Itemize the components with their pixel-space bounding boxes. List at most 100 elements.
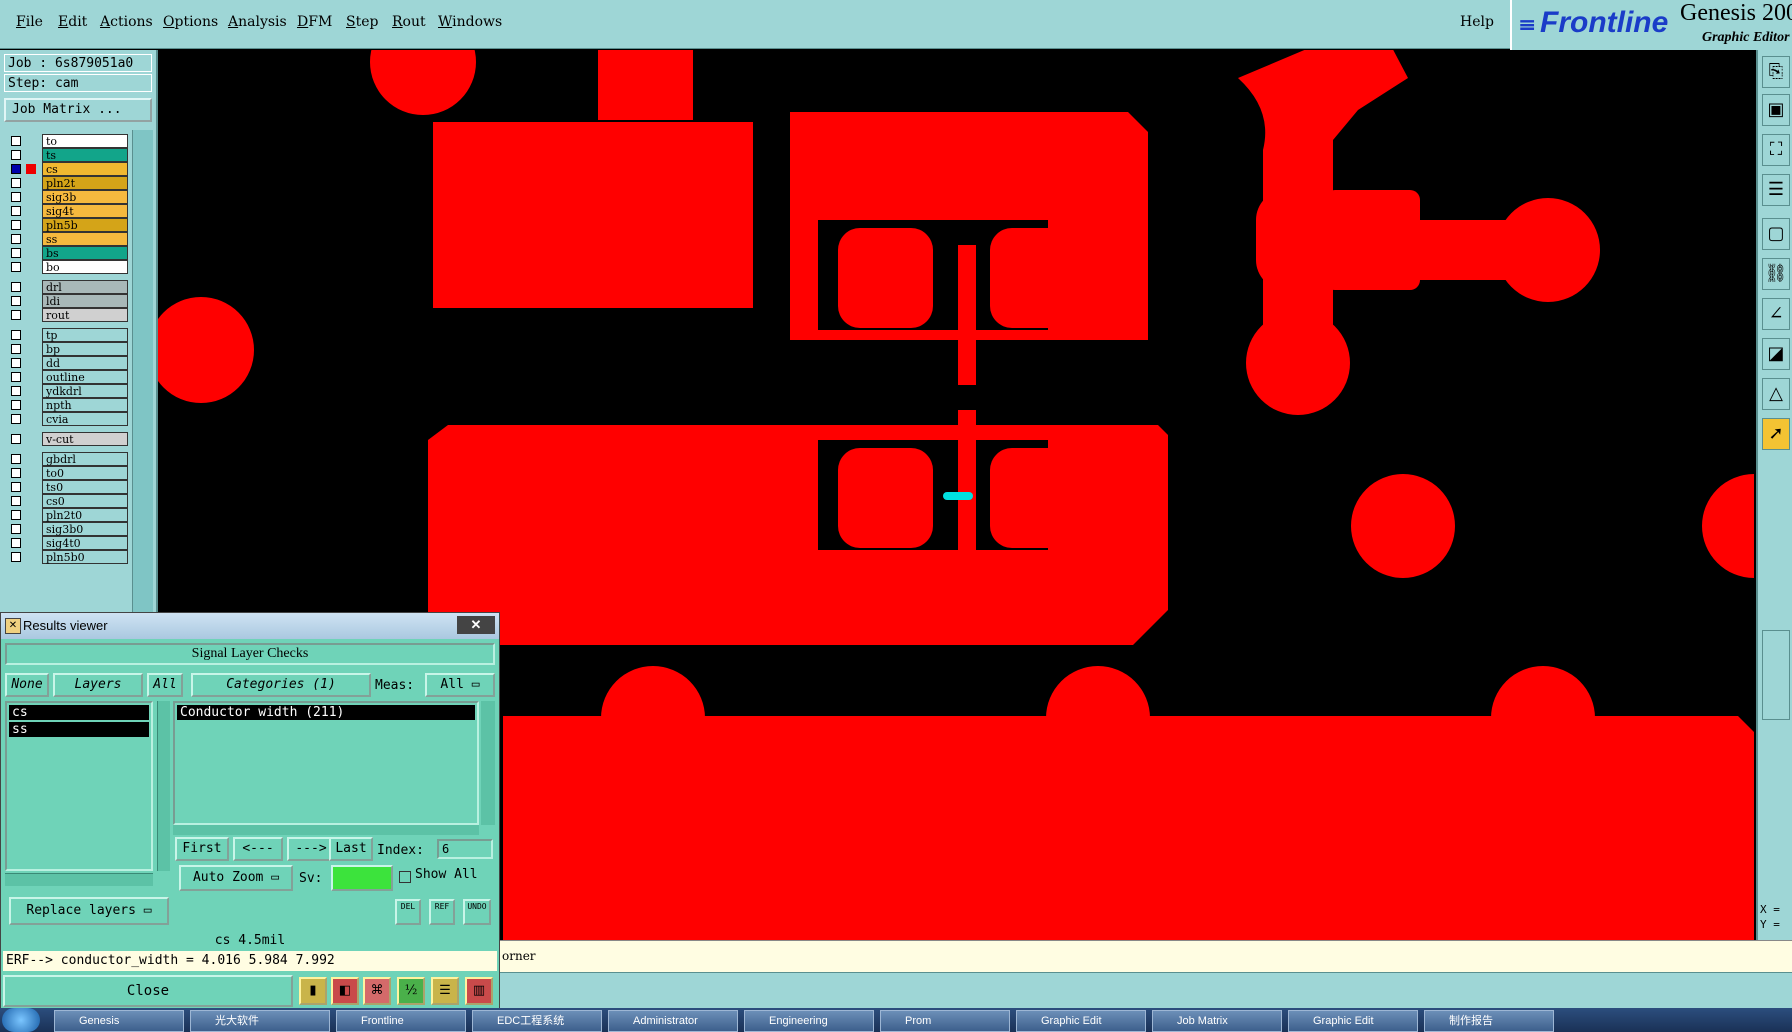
layer-name[interactable]: outline bbox=[42, 370, 128, 384]
snap-icon[interactable]: ▢ bbox=[1762, 218, 1790, 250]
taskbar-item[interactable]: Graphic Edit bbox=[1288, 1010, 1418, 1032]
last-button[interactable]: Last bbox=[329, 837, 373, 861]
layer-name[interactable]: cvia bbox=[42, 412, 128, 426]
layer-name[interactable]: ydkdrl bbox=[42, 384, 128, 398]
list-item[interactable]: ss bbox=[9, 722, 149, 737]
layer-name[interactable]: bo bbox=[42, 260, 128, 274]
fit-view-icon[interactable]: ⛶ bbox=[1762, 134, 1790, 166]
layer-row-dd[interactable]: dd bbox=[4, 356, 128, 370]
job-matrix-button[interactable]: Job Matrix ... bbox=[4, 98, 152, 122]
layer-row-gbdrl[interactable]: gbdrl bbox=[4, 452, 128, 466]
menu-windows[interactable]: Windows bbox=[438, 14, 502, 30]
layer-row-drl[interactable]: drl bbox=[4, 280, 128, 294]
layer-row-tp[interactable]: tp bbox=[4, 328, 128, 342]
layer-checkbox[interactable] bbox=[11, 358, 21, 368]
measure-icon[interactable]: △ bbox=[1762, 378, 1790, 410]
layer-name[interactable]: ts0 bbox=[42, 480, 128, 494]
layer-row-sig3b0[interactable]: sig3b0 bbox=[4, 522, 128, 536]
layer-checkbox[interactable] bbox=[11, 136, 21, 146]
menu-help[interactable]: Help bbox=[1460, 14, 1494, 30]
layer-name[interactable]: to bbox=[42, 134, 128, 148]
layer-row-v-cut[interactable]: v-cut bbox=[4, 432, 128, 446]
taskbar-item[interactable]: Frontline bbox=[336, 1010, 466, 1032]
layer-name[interactable]: sig3b0 bbox=[42, 522, 128, 536]
menu-edit[interactable]: Edit bbox=[58, 14, 87, 30]
undo-button[interactable]: UNDO bbox=[463, 899, 491, 925]
menu-rout[interactable]: Rout bbox=[392, 14, 426, 30]
layer-checkbox[interactable] bbox=[11, 234, 21, 244]
layer-name[interactable]: pln2t bbox=[42, 176, 128, 190]
menu-options[interactable]: Options bbox=[163, 14, 218, 30]
layer-row-ldi[interactable]: ldi bbox=[4, 294, 128, 308]
layer-name[interactable]: ss bbox=[42, 232, 128, 246]
node-icon[interactable]: ⛓ bbox=[1762, 258, 1790, 290]
menu-step[interactable]: Step bbox=[346, 14, 378, 30]
layer-checkbox[interactable] bbox=[11, 482, 21, 492]
categories-hscrollbar[interactable] bbox=[173, 825, 479, 835]
layer-row-outline[interactable]: outline bbox=[4, 370, 128, 384]
window-icon[interactable]: ▣ bbox=[1762, 94, 1790, 126]
layer-row-ts[interactable]: ts bbox=[4, 148, 128, 162]
layer-row-bp[interactable]: bp bbox=[4, 342, 128, 356]
taskbar-item[interactable]: Graphic Edit bbox=[1016, 1010, 1146, 1032]
layer-row-bs[interactable]: bs bbox=[4, 246, 128, 260]
layer-name[interactable]: ldi bbox=[42, 294, 128, 308]
taskbar-item[interactable]: 制作报告 bbox=[1424, 1010, 1554, 1032]
layer-checkbox[interactable] bbox=[11, 454, 21, 464]
layer-checkbox[interactable] bbox=[11, 282, 21, 292]
layer-row-pln5b[interactable]: pln5b bbox=[4, 218, 128, 232]
layer-name[interactable]: bp bbox=[42, 342, 128, 356]
layer-row-ts0[interactable]: ts0 bbox=[4, 480, 128, 494]
layer-name[interactable]: tp bbox=[42, 328, 128, 342]
layer-row-pln5b0[interactable]: pln5b0 bbox=[4, 550, 128, 564]
zoom-area-icon[interactable]: ☰ bbox=[1762, 174, 1790, 206]
next-button[interactable]: ---> bbox=[287, 837, 335, 861]
layer-checkbox[interactable] bbox=[11, 262, 21, 272]
angle-icon[interactable]: ∠ bbox=[1762, 298, 1790, 330]
start-button-icon[interactable] bbox=[2, 1008, 40, 1032]
layer-name[interactable]: pln2t0 bbox=[42, 508, 128, 522]
layer-row-rout[interactable]: rout bbox=[4, 308, 128, 322]
layer-row-sig4t[interactable]: sig4t bbox=[4, 204, 128, 218]
layer-checkbox[interactable] bbox=[11, 372, 21, 382]
layer-checkbox[interactable] bbox=[11, 400, 21, 410]
layer-row-pln2t0[interactable]: pln2t0 bbox=[4, 508, 128, 522]
layer-name[interactable]: sig3b bbox=[42, 190, 128, 204]
exit-icon[interactable]: ◧ bbox=[331, 977, 359, 1005]
taskbar-item[interactable]: Administrator bbox=[608, 1010, 738, 1032]
layers-scrollbar[interactable] bbox=[157, 701, 170, 871]
layers-hscrollbar[interactable] bbox=[5, 873, 153, 886]
layer-checkbox[interactable] bbox=[11, 434, 21, 444]
menu-file[interactable]: File bbox=[16, 14, 43, 30]
replace-layers-select[interactable]: Replace layers ▭ bbox=[9, 897, 169, 925]
auto-zoom-select[interactable]: Auto Zoom ▭ bbox=[179, 865, 293, 891]
categories-listbox[interactable]: Conductor width (211) bbox=[173, 701, 479, 825]
layer-checkbox[interactable] bbox=[11, 386, 21, 396]
cursor-tool-icon[interactable]: ▮ bbox=[299, 977, 327, 1005]
layer-row-sig3b[interactable]: sig3b bbox=[4, 190, 128, 204]
layers-button[interactable]: Layers bbox=[53, 673, 143, 697]
previous-button[interactable]: <--- bbox=[233, 837, 283, 861]
layer-name[interactable]: npth bbox=[42, 398, 128, 412]
layer-row-ss[interactable]: ss bbox=[4, 232, 128, 246]
show-all-checkbox[interactable] bbox=[399, 871, 411, 883]
close-icon[interactable]: ✕ bbox=[457, 616, 495, 634]
menu-dfm[interactable]: DFM bbox=[297, 14, 332, 30]
results-viewer-titlebar[interactable]: ✕ Results viewer ✕ bbox=[1, 613, 499, 639]
refresh-button[interactable]: REF bbox=[429, 899, 455, 925]
network-icon[interactable]: ⌘ bbox=[363, 977, 391, 1005]
layer-checkbox[interactable] bbox=[11, 510, 21, 520]
layer-name[interactable]: gbdrl bbox=[42, 452, 128, 466]
layer-row-sig4t0[interactable]: sig4t0 bbox=[4, 536, 128, 550]
layer-checkbox[interactable] bbox=[11, 220, 21, 230]
layer-checkbox[interactable] bbox=[11, 178, 21, 188]
layer-checkbox[interactable] bbox=[11, 192, 21, 202]
shape-icon[interactable]: ◪ bbox=[1762, 338, 1790, 370]
layer-name[interactable]: pln5b0 bbox=[42, 550, 128, 564]
layer-row-npth[interactable]: npth bbox=[4, 398, 128, 412]
layer-name[interactable]: rout bbox=[42, 308, 128, 322]
layer-checkbox[interactable] bbox=[11, 414, 21, 424]
menu-actions[interactable]: Actions bbox=[100, 14, 153, 30]
none-button[interactable]: None bbox=[5, 673, 49, 697]
layer-name[interactable]: bs bbox=[42, 246, 128, 260]
